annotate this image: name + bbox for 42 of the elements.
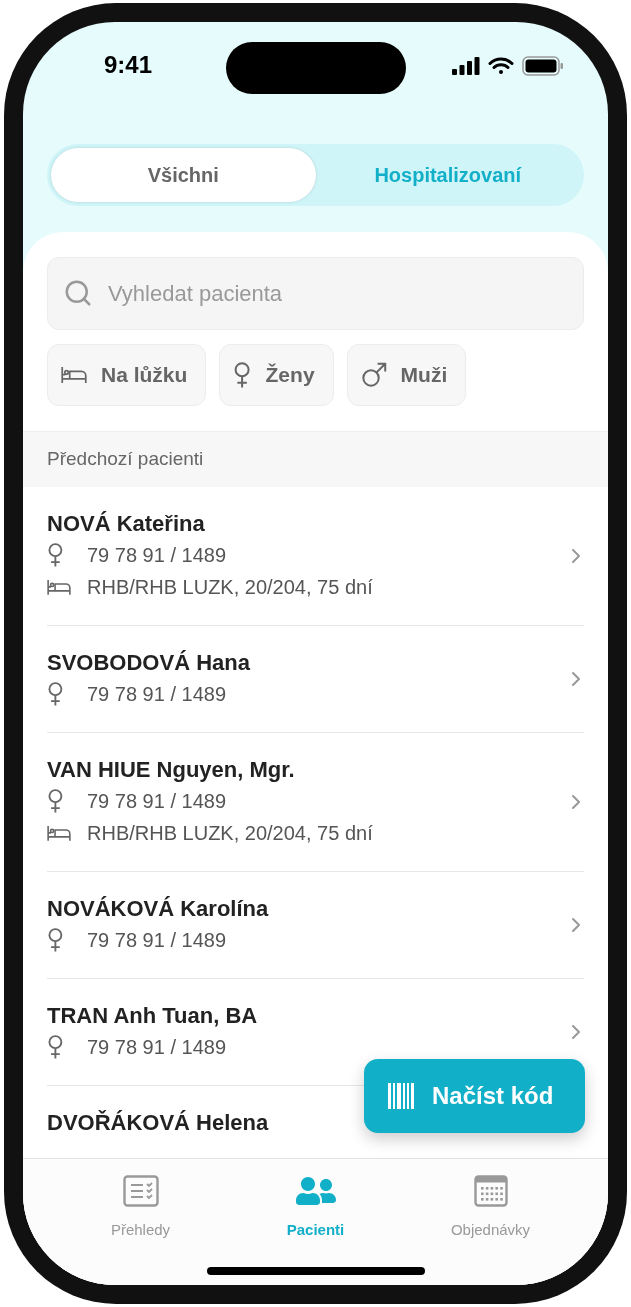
barcode-icon [388,1083,414,1109]
patient-detail: 79 78 91 / 1489 [87,1035,226,1060]
male-icon [360,362,387,388]
tab-bar-item[interactable]: Objednávky [403,1173,578,1242]
female-icon [233,362,252,388]
wifi-icon [488,57,514,75]
filter-chip[interactable]: Na lůžku [47,344,207,406]
patient-name: VAN HIUE Nguyen, Mgr. [47,756,296,784]
female-icon [47,682,64,706]
patient-detail: 79 78 91 / 1489 [87,543,226,568]
search-icon [63,278,93,308]
segment-tab[interactable]: Hospitalizovaní [315,148,580,202]
patient-name: DVOŘÁKOVÁ Helena [47,1109,270,1137]
patient-name: SVOBODOVÁ Hana [47,649,251,677]
patient-detail: RHB/RHB LUZK, 20/204, 75 dní [87,821,373,846]
filter-chip[interactable]: Muži [346,344,467,406]
female-icon [47,789,64,813]
female-icon [47,1035,64,1059]
search-field[interactable]: Vyhledat pacienta [47,257,584,330]
filter-chip[interactable]: Ženy [219,344,334,406]
status-time: 9:41 [102,50,153,80]
patient-detail: 79 78 91 / 1489 [87,682,226,707]
signal-icon [452,57,480,75]
tab-bar-item[interactable]: Přehledy [53,1173,228,1242]
tab-bar-item[interactable]: Pacienti [228,1173,403,1242]
patient-name: NOVÁ Kateřina [47,510,206,538]
patient-name: TRAN Anh Tuan, BA [47,1002,259,1030]
segment-tab[interactable]: Všichni [51,148,316,202]
bed-icon [47,578,71,596]
section-header: Předchozí pacienti [47,447,204,472]
calendar-icon [473,1175,508,1207]
battery-icon [522,56,564,76]
bed-icon [47,824,71,842]
checklist-icon [122,1175,159,1207]
patient-name: NOVÁKOVÁ Karolína [47,895,270,923]
patient-detail: RHB/RHB LUZK, 20/204, 75 dní [87,575,373,600]
patient-detail: 79 78 91 / 1489 [87,928,226,953]
female-icon [47,928,64,952]
bed-icon [61,365,87,385]
patient-detail: 79 78 91 / 1489 [87,789,226,814]
scan-code-button[interactable]: Načíst kód [364,1059,585,1133]
female-icon [47,543,64,567]
